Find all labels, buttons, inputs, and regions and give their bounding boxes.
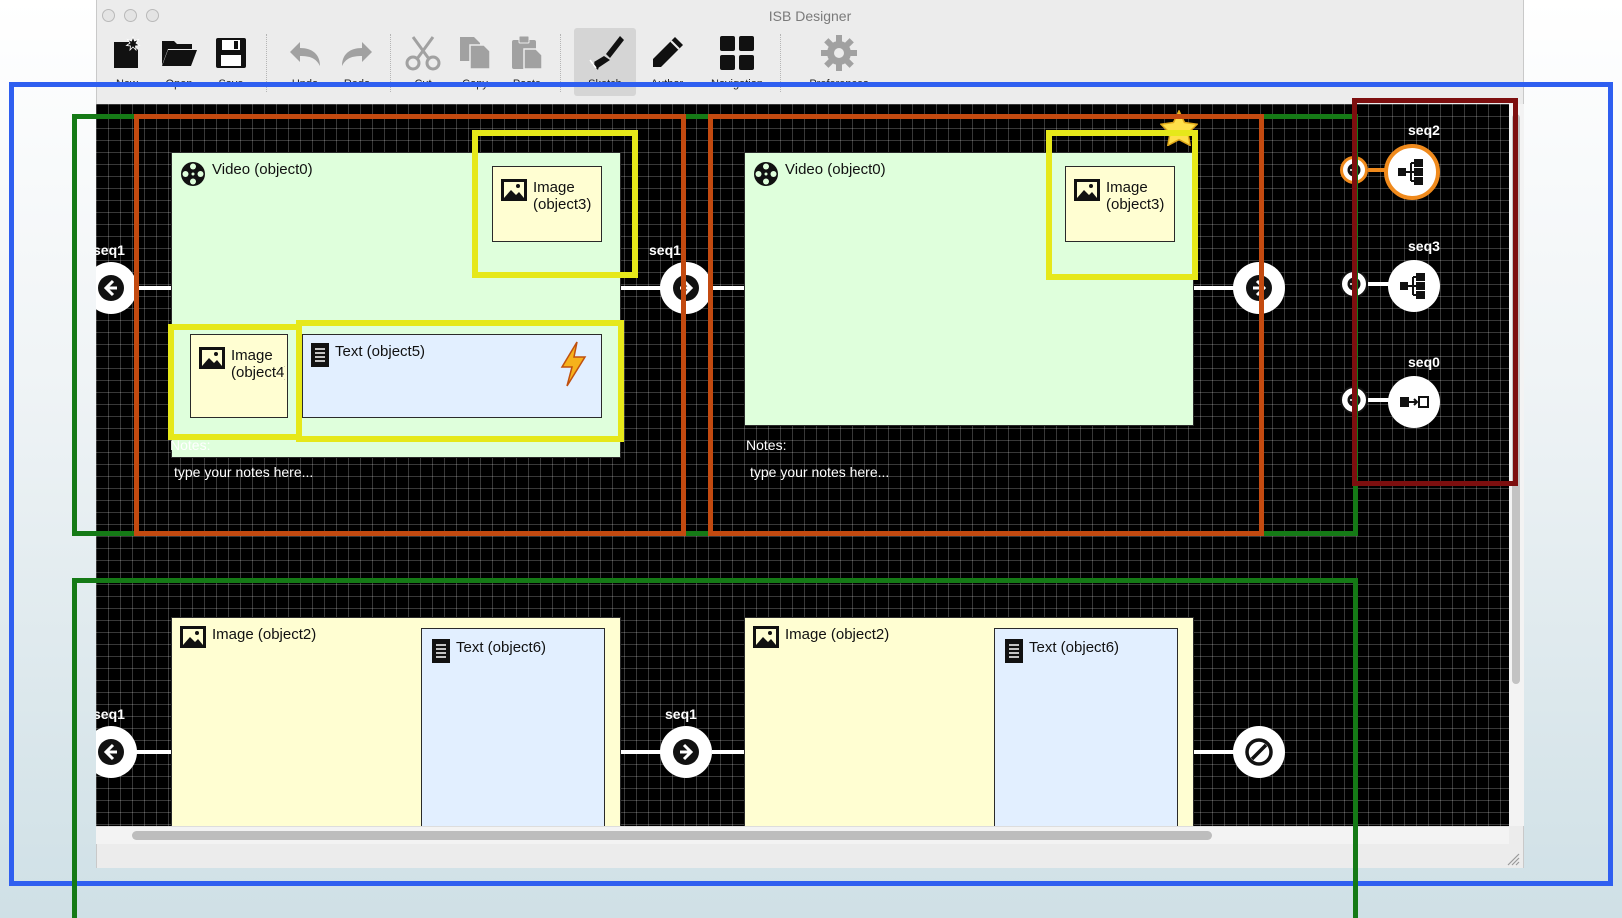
gear-icon	[821, 35, 857, 71]
toolbar-separator	[560, 34, 561, 92]
navigation-label: Navigation	[711, 78, 763, 90]
sequence-label: seq3	[1408, 238, 1440, 254]
sequence-node-seq0[interactable]	[1388, 376, 1440, 428]
grid-icon	[720, 36, 754, 70]
author-button[interactable]: Author	[636, 28, 698, 96]
sequence-node-seq3[interactable]	[1388, 260, 1440, 312]
pencil-icon	[653, 37, 683, 67]
redo-button[interactable]: Redo	[326, 28, 388, 96]
sketch-button[interactable]: Sketch	[574, 28, 636, 96]
storyboard-canvas[interactable]: seq1 Video (object0) Image (object3) Ima…	[96, 104, 1509, 826]
scissors-icon	[405, 36, 441, 71]
save-button[interactable]: Save	[200, 28, 262, 96]
vertical-scrollbar[interactable]	[1509, 104, 1524, 826]
text-object-text: Text (object6)	[1029, 639, 1120, 656]
copy-icon	[460, 37, 491, 70]
sequence-label: seq0	[1408, 354, 1440, 370]
save-label: Save	[218, 78, 244, 90]
paintbrush-icon	[589, 36, 624, 70]
redo-label: Redo	[343, 78, 371, 90]
vertical-scroll-thumb[interactable]	[1512, 114, 1520, 684]
redo-icon	[342, 42, 372, 66]
image-object-label: Image (object2)	[753, 626, 889, 648]
navigation-button[interactable]: Navigation	[706, 28, 768, 96]
horizontal-scrollbar[interactable]	[96, 826, 1509, 844]
horizontal-scroll-thumb[interactable]	[132, 831, 1212, 840]
sequence-entry-node[interactable]	[1340, 270, 1368, 298]
branch-icon	[1398, 159, 1423, 185]
preferences-button[interactable]: Preferences	[808, 28, 870, 96]
picture-icon	[753, 626, 779, 648]
sequence-palette: seq2 seq3 seq0	[1336, 104, 1496, 484]
sequence-node-seq2[interactable]	[1384, 144, 1440, 200]
save-disk-icon	[216, 38, 246, 68]
branch-icon	[1400, 273, 1425, 299]
paste-label: Paste	[512, 78, 542, 90]
sequence-label: seq2	[1408, 122, 1440, 138]
open-folder-icon	[162, 41, 197, 66]
text-object-label: Text (object6)	[1005, 639, 1119, 663]
text-document-icon	[1005, 639, 1023, 663]
connector-line	[1194, 750, 1236, 754]
sequence-entry-node[interactable]	[1340, 156, 1368, 184]
undo-icon	[290, 42, 320, 66]
resize-grip-icon[interactable]	[1506, 852, 1520, 866]
arrow-right-circle-icon	[1347, 393, 1361, 407]
sequence-entry-node[interactable]	[1340, 386, 1368, 414]
paste-button[interactable]: Paste	[496, 28, 558, 96]
image-object-text: Image (object2)	[785, 626, 890, 643]
toolbar-separator	[780, 34, 781, 92]
text-object-6[interactable]: Text (object6)	[994, 628, 1178, 826]
window-title: ISB Designer	[768, 8, 852, 24]
arrow-right-circle-icon	[1347, 163, 1361, 177]
author-label: Author	[650, 78, 684, 90]
sequence-end-icon	[1400, 396, 1429, 408]
end-node[interactable]	[1233, 726, 1285, 778]
sketch-label: Sketch	[588, 78, 622, 90]
preferences-label: Preferences	[809, 78, 869, 90]
arrow-right-circle-icon	[1347, 277, 1361, 291]
new-document-icon	[114, 36, 141, 68]
paste-icon	[512, 35, 543, 70]
no-entry-icon	[1245, 738, 1273, 766]
toolbar-separator	[390, 34, 391, 92]
toolbar-separator	[266, 34, 267, 92]
scene-4: Image (object2) Text (object6)	[96, 104, 1396, 826]
